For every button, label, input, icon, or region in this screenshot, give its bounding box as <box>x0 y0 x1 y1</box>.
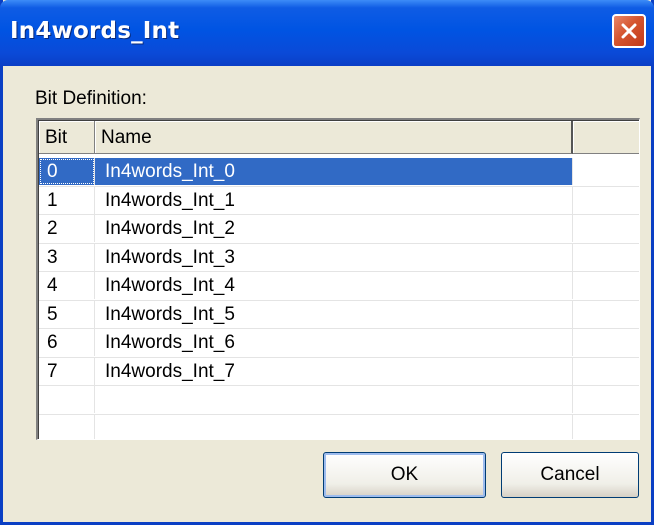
bit-cell: 2 <box>39 215 95 242</box>
table-row[interactable]: 0 In4words_Int_0 <box>39 158 639 187</box>
name-cell <box>95 414 573 439</box>
table-row[interactable]: 2 In4words_Int_2 <box>39 215 639 244</box>
table-row[interactable]: 3 In4words_Int_3 <box>39 243 639 272</box>
bit-cell: 5 <box>39 300 95 328</box>
bit-definition-list[interactable]: Bit Name 0 In4words_Int_0 1 In4words_Int_1 2… <box>36 118 640 440</box>
name-cell: In4words_Int_0 <box>95 158 573 185</box>
table-row[interactable]: 6 In4words_Int_6 <box>39 329 639 358</box>
table-row[interactable] <box>39 414 639 439</box>
table-row[interactable]: 1 In4words_Int_1 <box>39 186 639 215</box>
name-cell: In4words_Int_1 <box>95 186 573 214</box>
bit-cell: 1 <box>39 186 95 214</box>
table-row[interactable]: 5 In4words_Int_5 <box>39 300 639 329</box>
bit-definition-label: Bit Definition: <box>35 88 147 109</box>
column-header-name[interactable]: Name <box>95 121 573 154</box>
table-row[interactable]: 7 In4words_Int_7 <box>39 357 639 386</box>
column-header-empty[interactable] <box>573 121 639 154</box>
bit-cell: 0 <box>39 158 95 185</box>
dialog-window: In4words_Int Bit Definition: Bit Name 0I… <box>0 0 654 525</box>
bit-cell: 7 <box>39 357 95 385</box>
column-header-bit[interactable]: Bit <box>39 121 95 154</box>
bit-cell: 6 <box>39 329 95 356</box>
list-header: Bit Name <box>39 121 639 154</box>
bit-cell: 4 <box>39 272 95 299</box>
cancel-button[interactable]: Cancel <box>501 452 639 498</box>
close-button[interactable] <box>612 14 646 48</box>
name-cell: In4words_Int_4 <box>95 272 573 299</box>
name-cell: In4words_Int_6 <box>95 329 573 356</box>
table-row[interactable] <box>39 386 639 415</box>
list-rows: 0 In4words_Int_0 1 In4words_Int_1 2 In4words_… <box>39 158 639 439</box>
bit-cell: 3 <box>39 243 95 271</box>
bit-cell <box>39 386 95 413</box>
name-cell: In4words_Int_5 <box>95 300 573 328</box>
name-cell: In4words_Int_7 <box>95 357 573 385</box>
close-icon <box>621 23 637 39</box>
name-cell: In4words_Int_3 <box>95 243 573 271</box>
bit-cell <box>39 414 95 439</box>
table-row[interactable]: 4 In4words_Int_4 <box>39 272 639 301</box>
name-cell <box>95 386 573 413</box>
window-title: In4words_Int <box>10 18 180 44</box>
title-bar[interactable]: In4words_Int <box>0 0 654 66</box>
ok-button[interactable]: OK <box>323 452 486 498</box>
name-cell: In4words_Int_2 <box>95 215 573 242</box>
